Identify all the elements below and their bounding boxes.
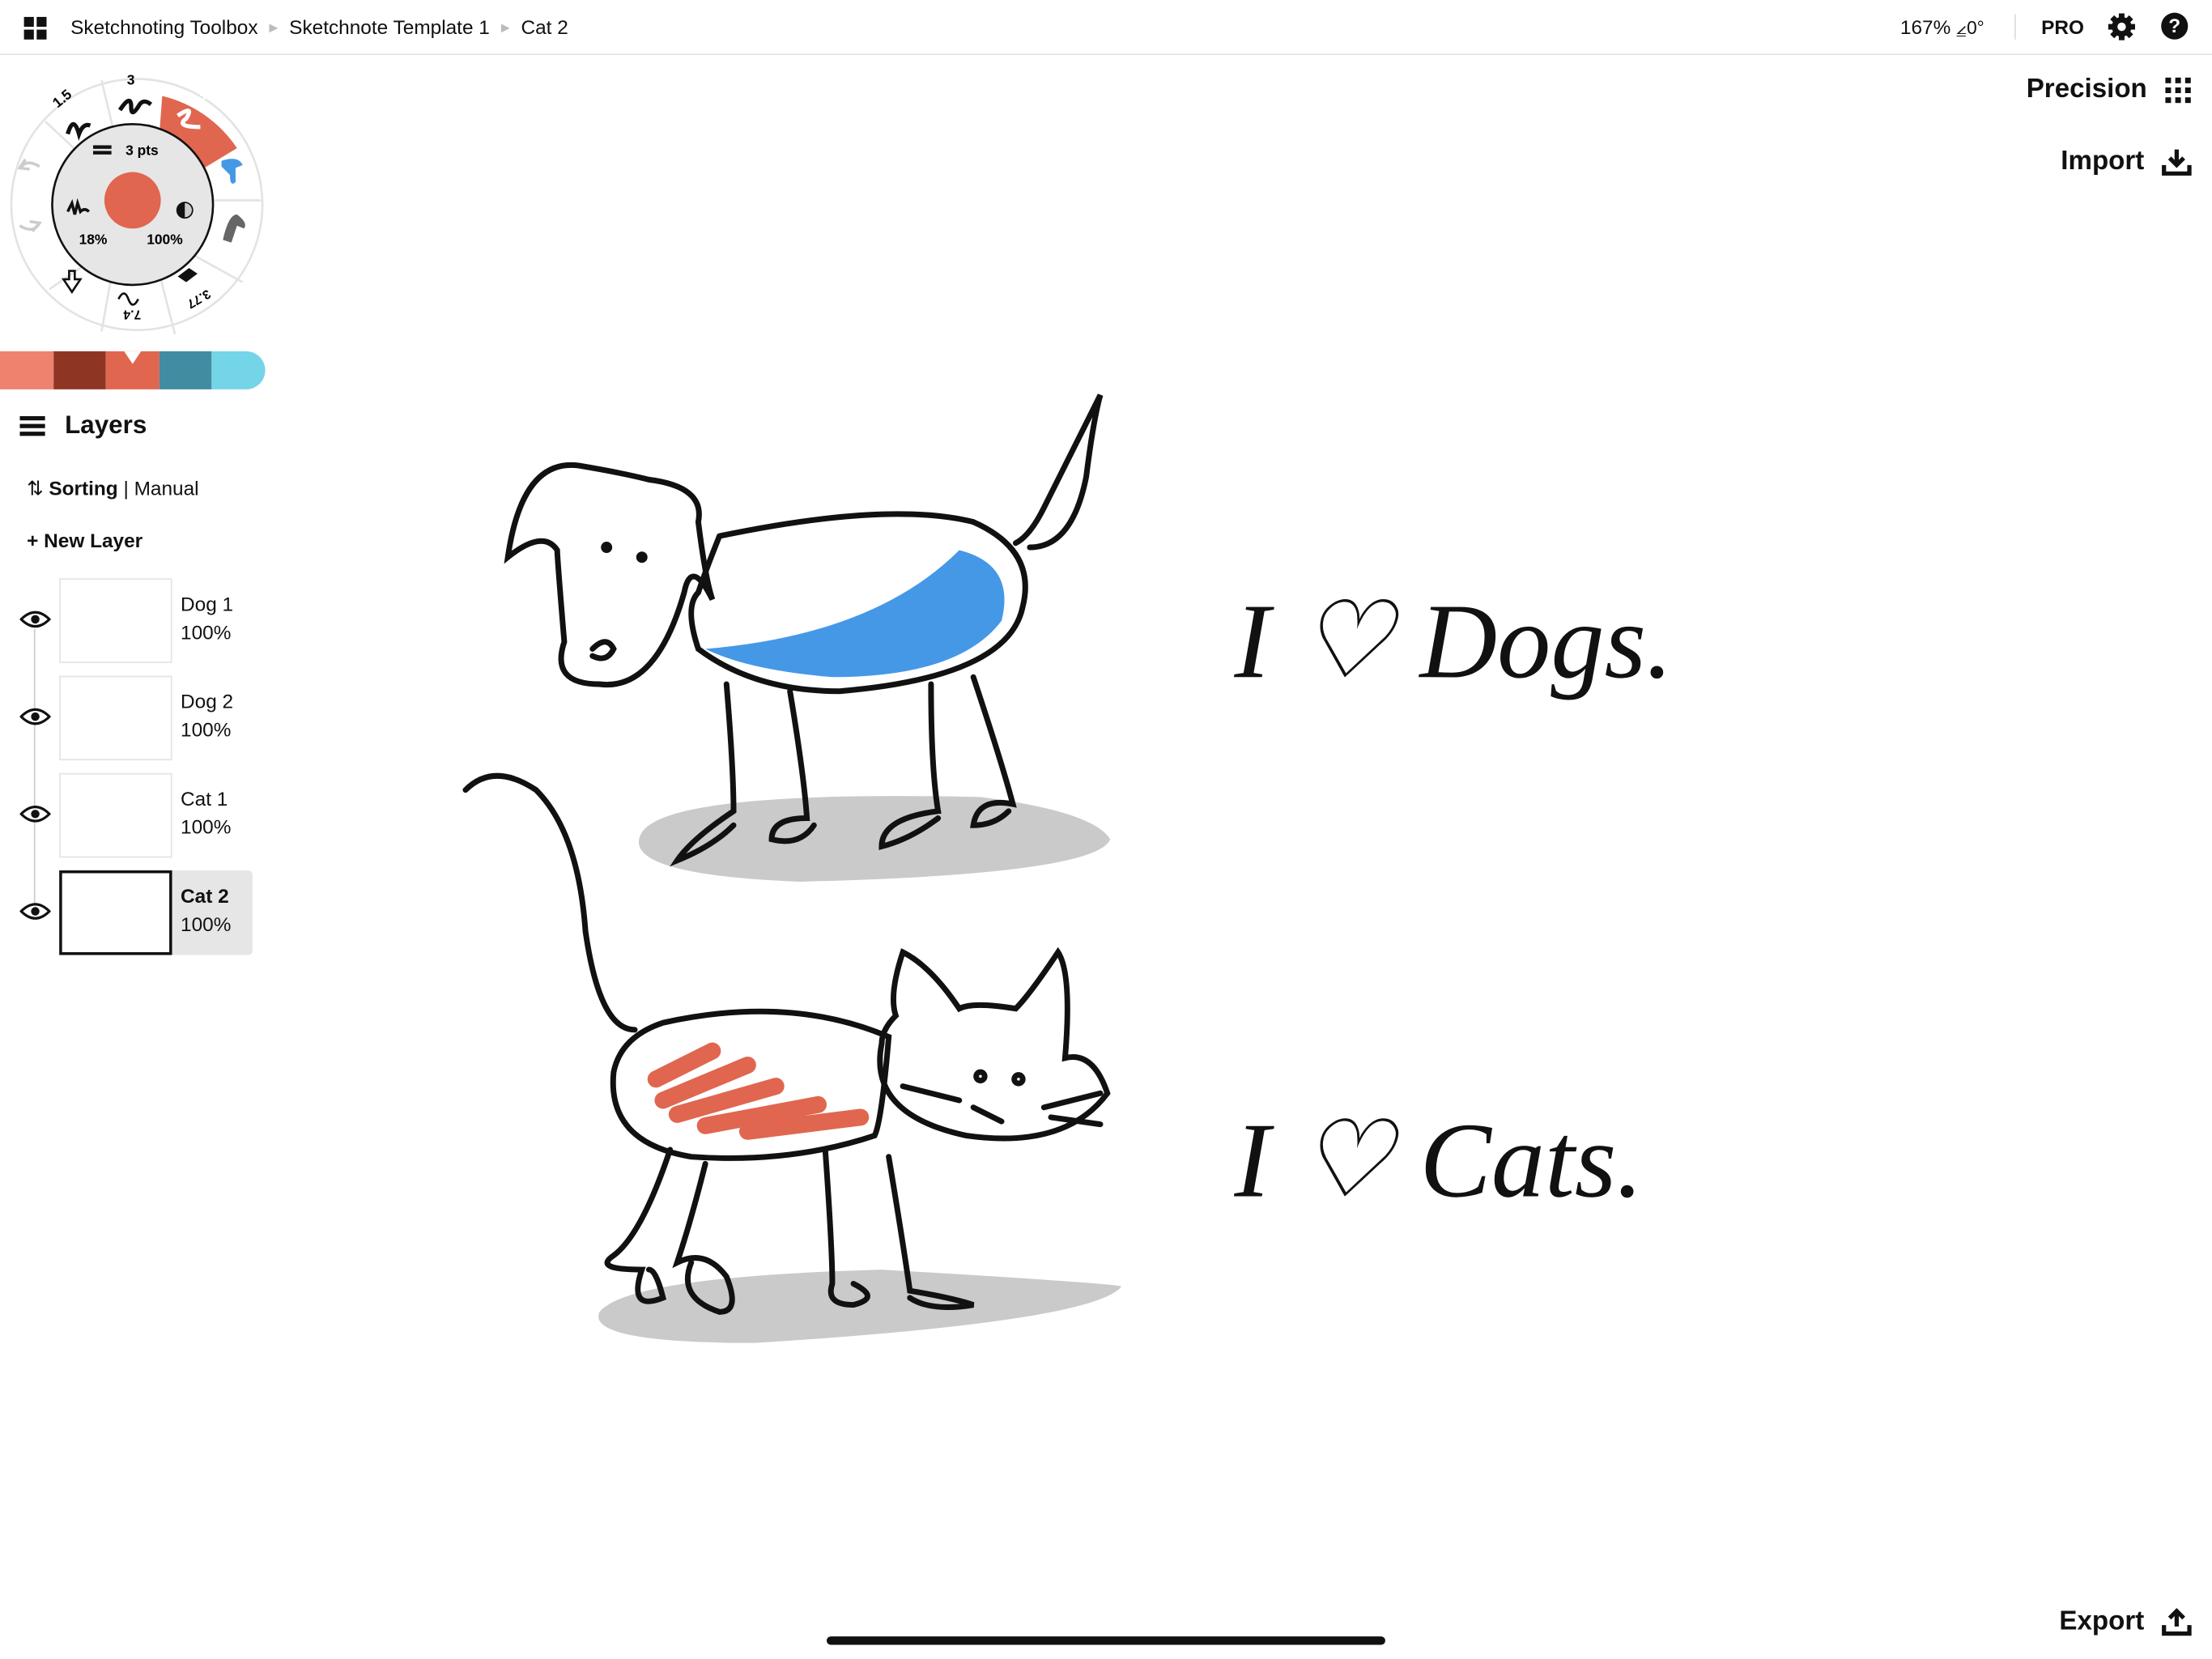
layers-icon — [19, 415, 45, 436]
selected-indicator — [124, 351, 142, 364]
color-palette — [0, 351, 265, 389]
cat-caption: I ♡ Cats. — [1234, 1100, 1644, 1219]
dog-coat — [705, 550, 1005, 678]
divider — [2014, 14, 2016, 40]
cat-shadow — [598, 1270, 1122, 1343]
pro-button[interactable]: PRO — [2041, 15, 2084, 38]
brush-size-label: 3 — [127, 72, 135, 88]
layer-opacity: 100% — [181, 620, 232, 644]
zoom-readout[interactable]: 167% ⦤0° — [1900, 15, 1984, 40]
layer-name: Cat 2 — [181, 884, 229, 908]
new-layer-label: New Layer — [44, 529, 143, 552]
top-bar: Sketchnoting Toolbox ▶ Sketchnote Templat… — [0, 0, 2212, 55]
sorting-control[interactable]: ⇅ Sorting | Manual — [27, 477, 199, 501]
help-icon[interactable]: ? — [2161, 12, 2189, 40]
zoom-level: 167% — [1899, 15, 1951, 39]
rotation-angle: ⦤0° — [1956, 16, 1984, 39]
layer-item[interactable]: Dog 1 100% — [59, 578, 253, 663]
sorting-label: Sorting — [49, 476, 118, 500]
breadcrumb-item[interactable]: Cat 2 — [521, 15, 568, 38]
gear-icon[interactable] — [2108, 13, 2136, 41]
layer-item[interactable]: Dog 2 100% — [59, 675, 253, 761]
palette-swatch[interactable] — [211, 351, 265, 389]
size-readout[interactable]: 3 pts — [125, 143, 159, 159]
palette-swatch[interactable] — [159, 351, 212, 389]
plus-icon: + — [27, 529, 39, 552]
palette-swatch[interactable] — [53, 351, 106, 389]
dog-caption: I ♡ Dogs. — [1234, 581, 1674, 700]
layer-opacity: 100% — [181, 717, 232, 741]
breadcrumb-item[interactable]: Sketchnoting Toolbox — [70, 15, 257, 38]
grid-icon[interactable] — [23, 16, 47, 40]
layer-opacity: 100% — [181, 912, 232, 936]
eye-icon[interactable] — [19, 707, 51, 726]
sort-icon: ⇅ — [27, 476, 44, 500]
upload-icon — [2162, 1608, 2192, 1636]
layer-name: Cat 1 — [181, 787, 228, 810]
layer-name: Dog 1 — [181, 592, 234, 615]
size-icon — [92, 145, 112, 149]
home-indicator[interactable] — [826, 1636, 1385, 1645]
layer-thumbnail — [59, 578, 172, 663]
tool-wheel[interactable]: 1.5 3 3 7.4 3.77 3 pts 18% 100% — [0, 57, 282, 346]
layer-item[interactable]: Cat 1 100% — [59, 772, 253, 858]
palette-swatch[interactable] — [0, 351, 53, 389]
layer-thumbnail — [59, 772, 172, 858]
new-layer-button[interactable]: + New Layer — [27, 529, 143, 551]
export-button[interactable]: Export — [2059, 1606, 2192, 1637]
drawing-canvas[interactable]: I ♡ Dogs. I ♡ Cats. — [282, 57, 2211, 1609]
eye-icon[interactable] — [19, 804, 51, 823]
dog-shadow — [638, 796, 1111, 882]
layer-opacity: 100% — [181, 815, 232, 838]
layer-connector — [33, 629, 36, 912]
export-label: Export — [2059, 1606, 2145, 1637]
chevron-right-icon: ▶ — [500, 20, 510, 33]
eye-icon[interactable] — [19, 901, 51, 921]
palette-swatch[interactable] — [105, 351, 160, 389]
layer-thumbnail — [59, 870, 172, 955]
cat-stripes — [647, 1042, 870, 1140]
curve-value: 7.4 — [123, 307, 141, 321]
current-color-swatch[interactable] — [104, 172, 161, 229]
layer-thumbnail — [59, 675, 172, 761]
layers-title: Layers — [65, 410, 147, 439]
eye-icon[interactable] — [19, 610, 51, 629]
smoothing-value[interactable]: 18% — [79, 231, 108, 247]
layer-item[interactable]: Cat 2 100% — [59, 870, 253, 955]
chevron-right-icon: ▶ — [269, 20, 279, 33]
layer-name: Dog 2 — [181, 689, 234, 713]
breadcrumb: Sketchnoting Toolbox ▶ Sketchnote Templat… — [70, 15, 568, 38]
sorting-value: Manual — [134, 476, 199, 500]
layers-header[interactable]: Layers — [19, 410, 147, 440]
opacity-value[interactable]: 100% — [147, 231, 183, 247]
dog-drawing — [504, 393, 1111, 882]
breadcrumb-item[interactable]: Sketchnote Template 1 — [289, 15, 490, 38]
